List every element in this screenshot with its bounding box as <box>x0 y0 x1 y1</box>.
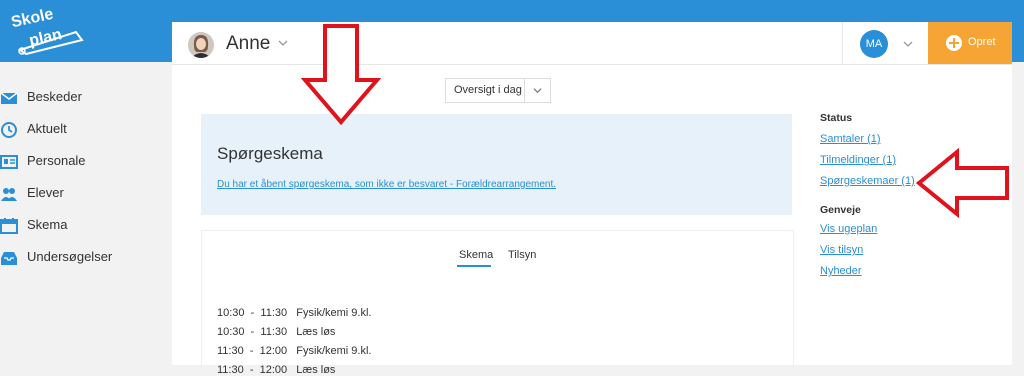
red-arrow-left-annotation <box>915 148 1009 218</box>
svg-text:Skole: Skole <box>10 6 55 32</box>
tab-skema[interactable]: Skema <box>459 249 493 261</box>
user-name[interactable]: Anne <box>226 33 270 55</box>
shortcut-link-tilsyn[interactable]: Vis tilsyn <box>820 244 863 256</box>
sidebar-item-elever[interactable]: Elever <box>0 182 172 206</box>
sidebar-item-label: Aktuelt <box>27 121 67 136</box>
calendar-icon <box>0 218 18 234</box>
inbox-icon <box>1 252 17 265</box>
sidebar-item-undersoegelser[interactable]: Undersøgelser <box>0 246 172 270</box>
main-panel: Anne MA Opret Oversigt i dag Spørgeskema… <box>172 22 1012 376</box>
panel-header: Anne MA Opret <box>172 22 1012 65</box>
schedule-row[interactable]: 10:30 - 11:30 Læs løs <box>217 326 335 338</box>
account-menu[interactable]: MA <box>842 22 931 64</box>
sidebar-item-label: Personale <box>27 153 86 168</box>
survey-notice-link[interactable]: Du har et åbent spørgeskema, som ikke er… <box>217 179 556 190</box>
account-initials-badge: MA <box>860 30 888 58</box>
status-link-samtaler[interactable]: Samtaler (1) <box>820 133 881 145</box>
person-photo-icon <box>188 32 214 58</box>
sidebar-item-label: Skema <box>27 217 68 232</box>
users-icon <box>1 188 17 201</box>
avatar[interactable] <box>188 32 214 58</box>
active-tab-indicator <box>457 265 491 267</box>
sidebar-item-label: Beskeder <box>27 89 82 104</box>
schedule-row[interactable]: 11:30 - 12:00 Fysik/kemi 9.kl. <box>217 345 371 357</box>
envelope-icon <box>0 92 18 104</box>
status-link-spoergeskemaer[interactable]: Spørgeskemaer (1) <box>820 175 915 187</box>
skoleplan-logo-icon[interactable]: Skole plan <box>8 4 90 56</box>
sidebar-item-skema[interactable]: Skema <box>0 214 172 238</box>
shortcut-link-ugeplan[interactable]: Vis ugeplan <box>820 223 877 235</box>
sidebar-item-label: Undersøgelser <box>27 249 113 264</box>
schedule-row[interactable]: 11:30 - 12:00 Læs løs <box>217 364 335 376</box>
sidebar-item-personale[interactable]: Personale <box>0 150 172 174</box>
red-arrow-down-annotation <box>301 24 381 126</box>
chevron-down-icon[interactable] <box>278 38 288 48</box>
tab-tilsyn[interactable]: Tilsyn <box>508 249 536 261</box>
create-button[interactable]: Opret <box>928 22 1012 64</box>
sidebar-item-label: Elever <box>27 185 64 200</box>
status-heading: Status <box>820 112 853 124</box>
create-button-label: Opret <box>968 36 996 48</box>
chevron-down-icon <box>533 88 542 94</box>
shortcut-link-nyheder[interactable]: Nyheder <box>820 265 862 277</box>
schedule-row[interactable]: 10:30 - 11:30 Fysik/kemi 9.kl. <box>217 307 371 319</box>
divider <box>524 79 525 102</box>
schedule-card: Skema Tilsyn 10:30 - 11:30 Fysik/kemi 9.… <box>201 230 794 376</box>
plus-circle-icon <box>946 35 962 51</box>
status-link-tilmeldinger[interactable]: Tilmeldinger (1) <box>820 154 896 166</box>
chevron-down-icon <box>903 41 913 47</box>
shortcuts-heading: Genveje <box>820 204 861 216</box>
clock-icon <box>1 122 17 138</box>
sidebar-item-aktuelt[interactable]: Aktuelt <box>0 118 172 142</box>
survey-notice: Spørgeskema Du har et åbent spørgeskema,… <box>201 114 792 215</box>
sidebar: Beskeder Aktuelt Personale Elever Skema … <box>0 62 172 365</box>
view-select[interactable]: Oversigt i dag <box>445 78 551 103</box>
survey-notice-title: Spørgeskema <box>217 144 323 163</box>
sidebar-item-beskeder[interactable]: Beskeder <box>0 86 172 110</box>
view-select-value: Oversigt i dag <box>454 84 522 96</box>
id-card-icon <box>0 155 18 169</box>
